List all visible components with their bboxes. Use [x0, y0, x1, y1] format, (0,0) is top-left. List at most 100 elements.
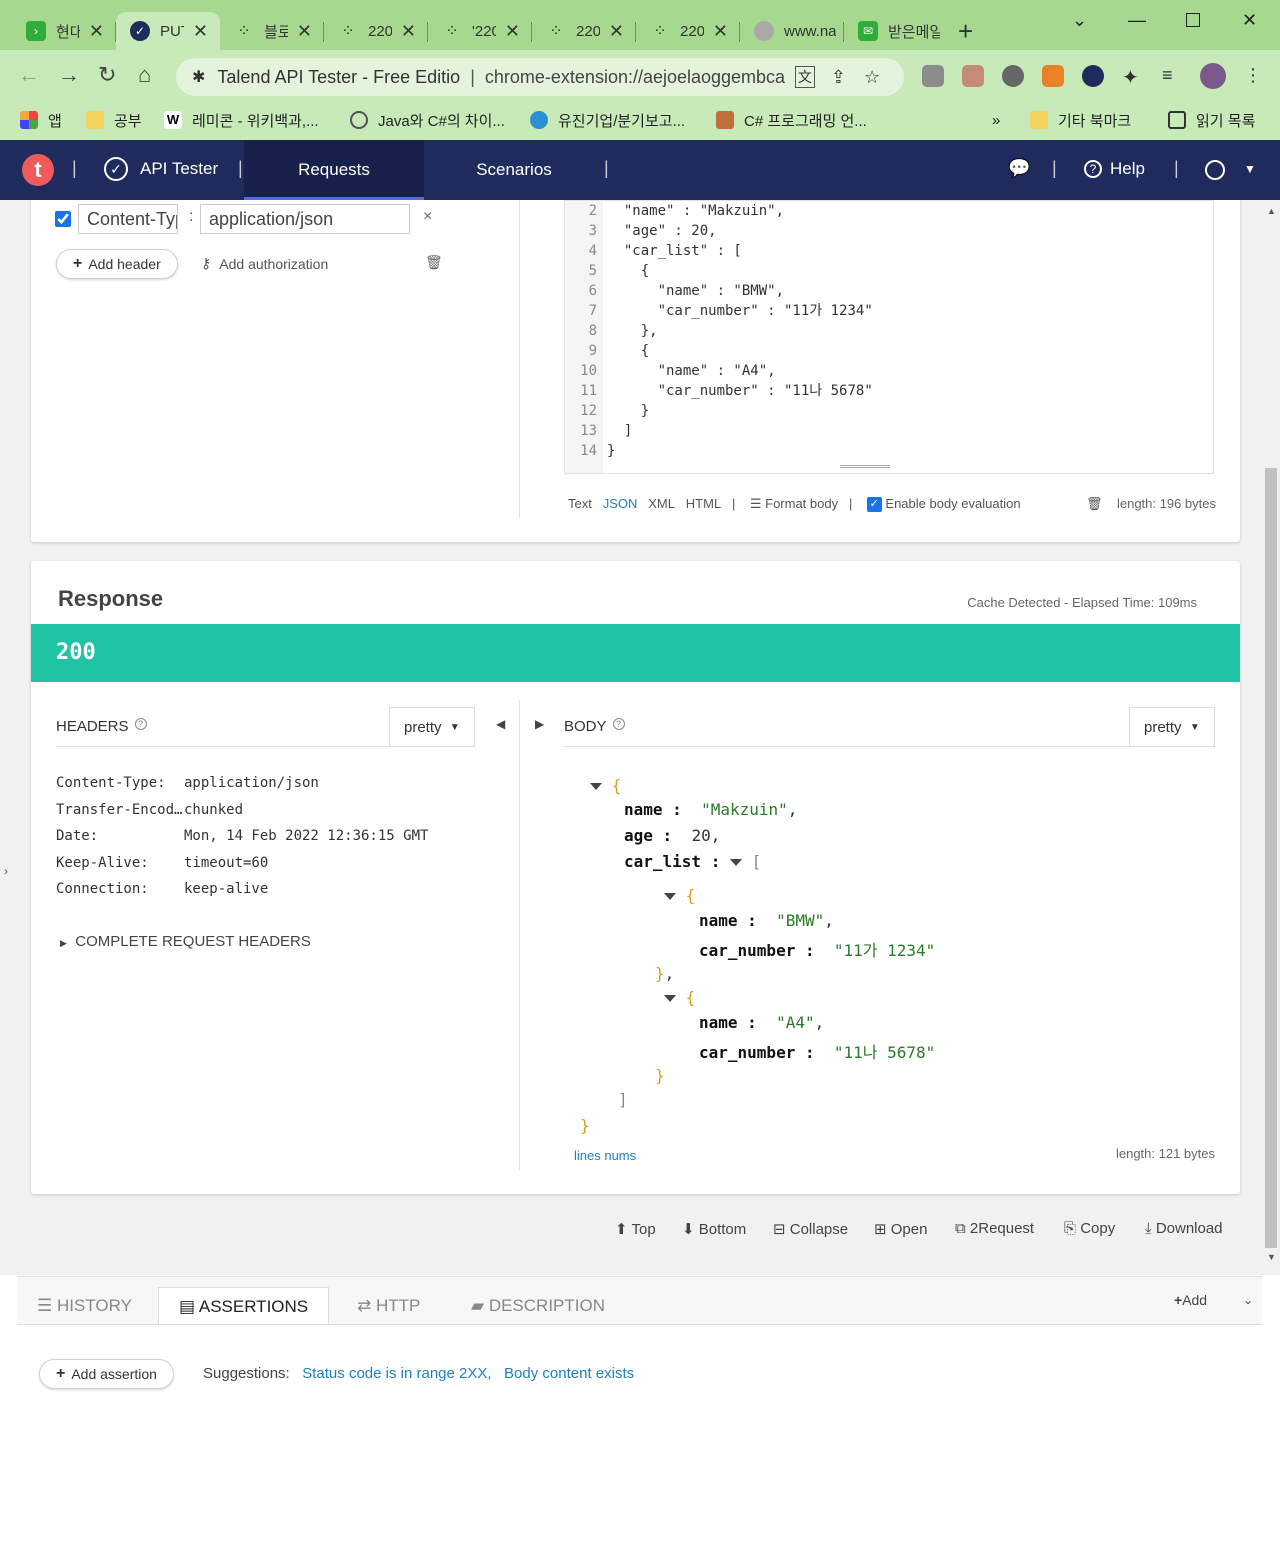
- bookmark-folder[interactable]: 공부: [86, 108, 142, 132]
- close-tab-icon[interactable]: ✕: [193, 21, 208, 42]
- talend-logo[interactable]: t: [22, 154, 54, 186]
- tab-search-chevron-icon[interactable]: ⌄: [1072, 10, 1087, 31]
- copy-button[interactable]: ⎘ Copy: [1064, 1220, 1115, 1237]
- feedback-chat-icon[interactable]: 💬: [1008, 158, 1030, 179]
- add-assertion-button[interactable]: + Add assertion: [39, 1359, 174, 1389]
- bookmark-item[interactable]: 유진기업/분기보고...: [530, 108, 685, 132]
- header-value-input[interactable]: application/json: [200, 204, 410, 234]
- format-body-button[interactable]: ☰ Format body: [750, 496, 838, 511]
- scroll-up-arrow-icon[interactable]: ▲: [1267, 206, 1276, 216]
- enable-body-evaluation[interactable]: ✓ Enable body evaluation: [866, 496, 1021, 513]
- close-tab-icon[interactable]: ✕: [297, 21, 312, 42]
- scroll-bottom-button[interactable]: ⬇ Bottom: [682, 1220, 746, 1238]
- cast-extension-icon[interactable]: [962, 65, 984, 87]
- browser-tab[interactable]: www.na: [740, 12, 844, 50]
- home-icon[interactable]: ⌂: [138, 62, 151, 88]
- side-panel-toggle-icon[interactable]: ›: [4, 864, 8, 878]
- tab-http[interactable]: ⇄ HTTP: [337, 1287, 440, 1325]
- browser-tab[interactable]: ⁘ 220 ✕: [324, 12, 428, 50]
- close-tab-icon[interactable]: ✕: [401, 21, 416, 42]
- collapse-left-icon[interactable]: ◀: [496, 717, 505, 731]
- share-icon[interactable]: ⇪: [831, 67, 846, 88]
- bookmark-star-icon[interactable]: ☆: [864, 67, 880, 88]
- header-enabled-checkbox[interactable]: [55, 211, 71, 227]
- api-tester-title[interactable]: ✓ API Tester: [104, 157, 218, 181]
- body-view-select[interactable]: pretty ▼: [1129, 707, 1215, 747]
- bookmark-item[interactable]: C# 프로그래밍 언...: [716, 108, 867, 132]
- close-tab-icon[interactable]: ✕: [505, 21, 520, 42]
- format-xml[interactable]: XML: [648, 496, 675, 511]
- browser-tab[interactable]: › 현대 ✕: [12, 12, 116, 50]
- close-tab-icon[interactable]: ✕: [713, 21, 728, 42]
- nav-requests[interactable]: Requests: [244, 140, 424, 200]
- address-bar[interactable]: ✱ Talend API Tester - Free Editio | chro…: [176, 58, 904, 96]
- k-extension-icon[interactable]: [1002, 65, 1024, 87]
- scroll-down-arrow-icon[interactable]: ▼: [1267, 1252, 1276, 1262]
- account-chevron-down-icon[interactable]: ▼: [1244, 162, 1256, 176]
- scrollbar-thumb[interactable]: [1265, 468, 1277, 1248]
- add-header-button[interactable]: + Add header: [56, 249, 178, 279]
- reading-list[interactable]: 읽기 목록: [1168, 108, 1255, 132]
- format-html[interactable]: HTML: [686, 496, 721, 511]
- download-button[interactable]: ⤓ Download: [1145, 1220, 1223, 1237]
- translate-icon[interactable]: 文: [794, 66, 815, 88]
- media-control-icon[interactable]: ≡: [1162, 65, 1184, 87]
- other-bookmarks[interactable]: 기타 북마크: [1030, 108, 1131, 132]
- browser-tab-active[interactable]: ✓ PUT ✕: [116, 12, 220, 50]
- talend-extension-icon[interactable]: [1082, 65, 1104, 87]
- complete-request-headers-toggle[interactable]: ▶ COMPLETE REQUEST HEADERS: [60, 933, 311, 950]
- browser-tab[interactable]: ⁘ 220 ✕: [636, 12, 740, 50]
- tab-history[interactable]: ☰ HISTORY: [17, 1287, 152, 1325]
- help-icon[interactable]: ?: [134, 718, 147, 730]
- request-body-editor[interactable]: 2 "name" : "Makzuin", 3 "age" : 20, 4 "car…: [564, 200, 1214, 474]
- metamask-icon[interactable]: [1042, 65, 1064, 87]
- user-account-icon[interactable]: [1205, 160, 1225, 180]
- collapse-toggle-icon[interactable]: [590, 783, 602, 790]
- tab-description[interactable]: ▰ DESCRIPTION: [451, 1287, 625, 1325]
- expand-right-icon[interactable]: ▶: [535, 717, 544, 731]
- ex-extension-icon[interactable]: [922, 65, 944, 87]
- help-link[interactable]: ? Help: [1084, 159, 1145, 179]
- lines-nums-toggle[interactable]: lines nums: [574, 1148, 636, 1163]
- format-text[interactable]: Text: [568, 496, 592, 511]
- header-name-input[interactable]: Content-Type: [78, 204, 178, 234]
- help-icon[interactable]: ?: [612, 718, 625, 730]
- browser-tab[interactable]: ⁘ 블로 ✕: [220, 12, 324, 50]
- bookmark-item[interactable]: W 레미콘 - 위키백과,...: [164, 108, 319, 132]
- add-authorization-link[interactable]: ⚷ Add authorization: [201, 255, 328, 272]
- new-tab-icon[interactable]: +: [958, 18, 973, 44]
- remove-header-icon[interactable]: ×: [423, 208, 432, 226]
- close-tab-icon[interactable]: ✕: [609, 21, 624, 42]
- suggestion-body-exists[interactable]: Body content exists: [504, 1365, 634, 1382]
- to-request-button[interactable]: ⧉ 2Request: [955, 1220, 1034, 1237]
- bookmark-apps[interactable]: 앱: [20, 108, 62, 132]
- close-window-icon[interactable]: ✕: [1242, 10, 1257, 31]
- collapse-toggle-icon[interactable]: [664, 893, 676, 900]
- maximize-icon[interactable]: [1186, 13, 1200, 27]
- extensions-puzzle-icon[interactable]: ✦: [1122, 65, 1144, 89]
- collapse-button[interactable]: ⊟ Collapse: [773, 1220, 848, 1238]
- collapse-toggle-icon[interactable]: [729, 859, 742, 866]
- tab-assertions[interactable]: ▤ ASSERTIONS: [158, 1287, 330, 1325]
- trash-icon[interactable]: 🗑: [425, 254, 443, 271]
- add-tab-button[interactable]: +Add: [1174, 1292, 1207, 1308]
- back-icon[interactable]: ←: [18, 62, 40, 88]
- minimize-icon[interactable]: —: [1128, 10, 1146, 31]
- resize-handle[interactable]: [840, 465, 890, 468]
- suggestion-status-range[interactable]: Status code is in range 2XX,: [302, 1365, 491, 1382]
- open-button[interactable]: ⊞ Open: [874, 1220, 927, 1238]
- browser-tab[interactable]: ✉ 받은메일: [844, 12, 948, 50]
- collapse-toggle-icon[interactable]: [664, 995, 676, 1002]
- headers-view-select[interactable]: pretty ▼: [389, 707, 475, 747]
- close-tab-icon[interactable]: ✕: [89, 21, 104, 42]
- browser-tab[interactable]: ⁘ '220 ✕: [428, 12, 532, 50]
- nav-scenarios[interactable]: Scenarios: [424, 140, 604, 200]
- trash-icon[interactable]: 🗑: [1086, 496, 1103, 511]
- reload-icon[interactable]: ↻: [98, 62, 116, 88]
- profile-avatar[interactable]: [1200, 63, 1226, 89]
- menu-kebab-icon[interactable]: ⋮: [1244, 65, 1266, 87]
- browser-tab[interactable]: ⁘ 220 ✕: [532, 12, 636, 50]
- bookmarks-overflow-icon[interactable]: »: [992, 108, 1000, 132]
- scroll-top-button[interactable]: ⬆ Top: [615, 1220, 656, 1238]
- forward-icon[interactable]: →: [58, 62, 80, 88]
